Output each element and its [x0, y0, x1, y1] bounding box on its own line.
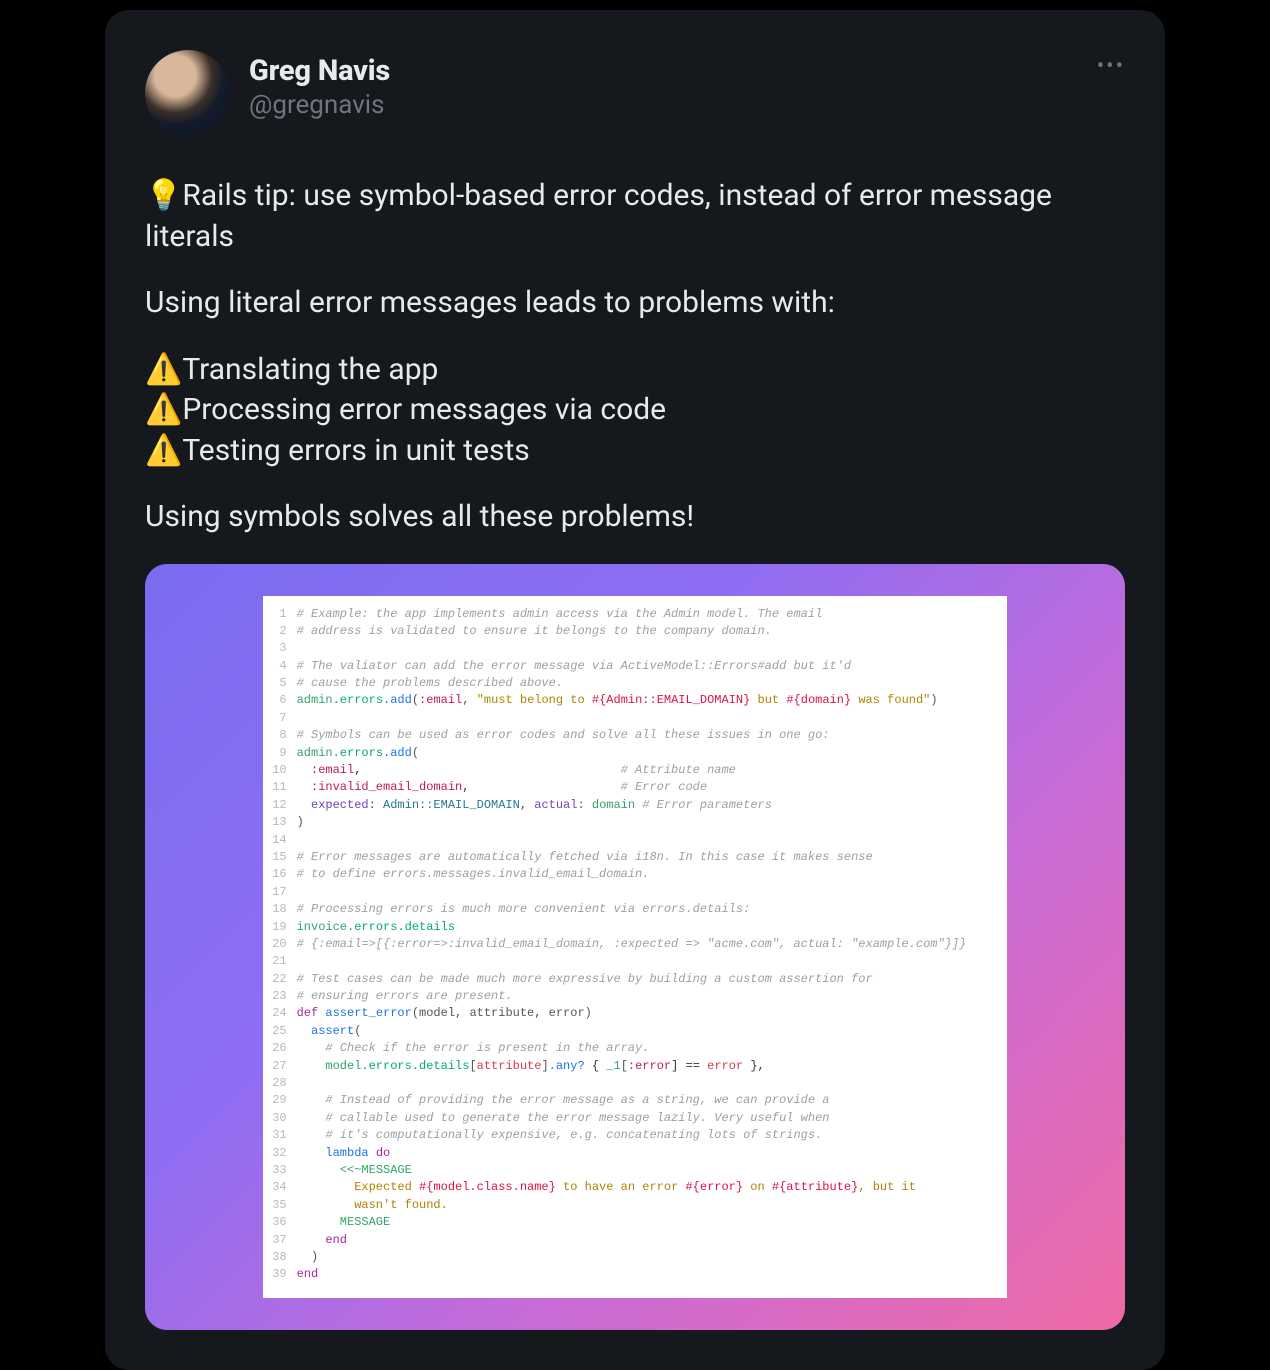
code-text: ) [297, 814, 994, 831]
code-text: # address is validated to ensure it belo… [297, 623, 994, 640]
code-snippet: 1# Example: the app implements admin acc… [263, 596, 1008, 1298]
line-number: 5 [271, 675, 297, 692]
line-number: 33 [271, 1162, 297, 1179]
code-text: MESSAGE [297, 1214, 994, 1231]
line-number: 26 [271, 1040, 297, 1057]
line-number: 34 [271, 1179, 297, 1196]
code-text: # callable used to generate the error me… [297, 1110, 994, 1127]
code-text: model.errors.details[attribute].any? { _… [297, 1058, 994, 1075]
code-text: :invalid_email_domain, # Error code [297, 779, 994, 796]
code-text [297, 710, 994, 727]
code-text: # Symbols can be used as error codes and… [297, 727, 994, 744]
code-text: invoice.errors.details [297, 919, 994, 936]
line-number: 10 [271, 762, 297, 779]
code-text: ) [297, 1249, 994, 1266]
media-attachment[interactable]: 1# Example: the app implements admin acc… [145, 564, 1125, 1330]
line-number: 20 [271, 936, 297, 953]
line-number: 12 [271, 797, 297, 814]
code-text: admin.errors.add( [297, 745, 994, 762]
tweet-body: 💡Rails tip: use symbol-based error codes… [145, 176, 1125, 538]
line-number: 22 [271, 971, 297, 988]
code-text: end [297, 1232, 994, 1249]
code-text: expected: Admin::EMAIL_DOMAIN, actual: d… [297, 797, 994, 814]
line-number: 30 [271, 1110, 297, 1127]
code-text: # it's computationally expensive, e.g. c… [297, 1127, 994, 1144]
code-text: # Example: the app implements admin acce… [297, 606, 994, 623]
line-number: 29 [271, 1092, 297, 1109]
code-text: def assert_error(model, attribute, error… [297, 1005, 994, 1022]
line-number: 13 [271, 814, 297, 831]
code-text: # Processing errors is much more conveni… [297, 901, 994, 918]
line-number: 25 [271, 1023, 297, 1040]
line-number: 36 [271, 1214, 297, 1231]
author-name: Greg Navis [249, 54, 390, 88]
line-number: 37 [271, 1232, 297, 1249]
more-icon[interactable]: ••• [1097, 50, 1125, 79]
tweet-header: Greg Navis @gregnavis ••• [145, 50, 1125, 136]
line-number: 21 [271, 953, 297, 970]
tweet-line: Using symbols solves all these problems! [145, 497, 1125, 538]
code-text: admin.errors.add(:email, "must belong to… [297, 692, 994, 709]
tweet-bullet: ⚠️Testing errors in unit tests [145, 431, 1125, 472]
tweet-bullet: ⚠️Translating the app [145, 350, 1125, 391]
code-text: # to define errors.messages.invalid_emai… [297, 866, 994, 883]
tweet-line: 💡Rails tip: use symbol-based error codes… [145, 176, 1125, 257]
code-text: lambda do [297, 1145, 994, 1162]
author-block[interactable]: Greg Navis @gregnavis [249, 50, 390, 120]
line-number: 9 [271, 745, 297, 762]
line-number: 15 [271, 849, 297, 866]
code-text: # cause the problems described above. [297, 675, 994, 692]
code-text: # Test cases can be made much more expre… [297, 971, 994, 988]
tweet-card: Greg Navis @gregnavis ••• 💡Rails tip: us… [105, 10, 1165, 1370]
code-text: # Check if the error is present in the a… [297, 1040, 994, 1057]
code-text [297, 884, 994, 901]
line-number: 6 [271, 692, 297, 709]
tweet-line: Using literal error messages leads to pr… [145, 283, 1125, 324]
code-text: # Instead of providing the error message… [297, 1092, 994, 1109]
code-text: # ensuring errors are present. [297, 988, 994, 1005]
line-number: 16 [271, 866, 297, 883]
line-number: 2 [271, 623, 297, 640]
code-text: # Error messages are automatically fetch… [297, 849, 994, 866]
code-text [297, 832, 994, 849]
line-number: 3 [271, 640, 297, 657]
line-number: 39 [271, 1266, 297, 1283]
code-text [297, 640, 994, 657]
tweet-bullet: ⚠️Processing error messages via code [145, 390, 1125, 431]
code-text: end [297, 1266, 994, 1283]
line-number: 8 [271, 727, 297, 744]
code-text: :email, # Attribute name [297, 762, 994, 779]
avatar[interactable] [145, 50, 231, 136]
line-number: 18 [271, 901, 297, 918]
line-number: 31 [271, 1127, 297, 1144]
code-text: # {:email=>[{:error=>:invalid_email_doma… [297, 936, 994, 953]
line-number: 32 [271, 1145, 297, 1162]
line-number: 7 [271, 710, 297, 727]
line-number: 19 [271, 919, 297, 936]
line-number: 23 [271, 988, 297, 1005]
line-number: 11 [271, 779, 297, 796]
line-number: 38 [271, 1249, 297, 1266]
line-number: 28 [271, 1075, 297, 1092]
line-number: 4 [271, 658, 297, 675]
line-number: 14 [271, 832, 297, 849]
line-number: 35 [271, 1197, 297, 1214]
line-number: 17 [271, 884, 297, 901]
line-number: 24 [271, 1005, 297, 1022]
line-number: 1 [271, 606, 297, 623]
code-text: # The valiator can add the error message… [297, 658, 994, 675]
code-text [297, 953, 994, 970]
line-number: 27 [271, 1058, 297, 1075]
author-handle: @gregnavis [249, 90, 390, 120]
code-text: Expected #{model.class.name} to have an … [297, 1179, 994, 1196]
code-text [297, 1075, 994, 1092]
code-text: <<~MESSAGE [297, 1162, 994, 1179]
code-text: assert( [297, 1023, 994, 1040]
code-text: wasn't found. [297, 1197, 994, 1214]
